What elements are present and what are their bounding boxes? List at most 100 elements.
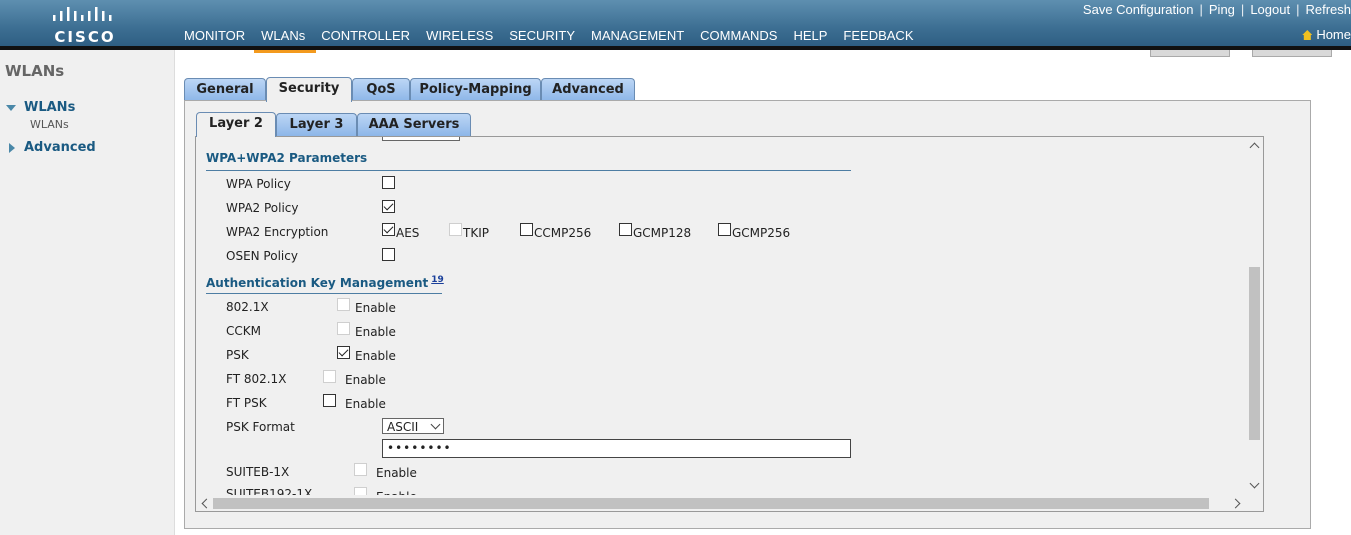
home-icon	[1302, 30, 1313, 40]
akm-section-heading: Authentication Key Management 19	[206, 275, 444, 290]
wpa-policy-checkbox[interactable]	[382, 176, 395, 189]
ccmp256-checkbox[interactable]	[520, 223, 533, 236]
psk-format-label: PSK Format	[226, 420, 295, 434]
gcmp128-checkbox[interactable]	[619, 223, 632, 236]
collapsed-arrow-icon[interactable]	[9, 143, 15, 153]
nav-wlans[interactable]: WLANs	[261, 28, 305, 43]
layer2-content: WPA+WPA2 Parameters WPA Policy WPA2 Poli…	[196, 137, 1245, 495]
main-nav: MONITOR WLANs CONTROLLER WIRELESS SECURITY MA…	[184, 28, 930, 43]
chevron-down-icon	[430, 419, 441, 430]
wpa2-policy-checkbox[interactable]	[382, 200, 395, 213]
akm-footnote-link[interactable]: 19	[431, 275, 444, 285]
osen-policy-checkbox[interactable]	[382, 248, 395, 261]
akm-8021x-enable-label: Enable	[355, 301, 396, 315]
cisco-logo: CISCO	[50, 4, 120, 46]
scroll-down-icon[interactable]	[1249, 478, 1260, 489]
wpa2-policy-label: WPA2 Policy	[226, 201, 299, 215]
section-divider	[206, 170, 851, 171]
subtab-layer2[interactable]: Layer 2	[196, 112, 276, 137]
security-mode-select[interactable]	[382, 137, 460, 141]
separator: |	[1240, 2, 1245, 17]
akm-ftpsk-enable-label: Enable	[345, 397, 386, 411]
gcmp256-label: GCMP256	[732, 226, 791, 240]
tkip-label: TKIP	[463, 226, 489, 240]
subtab-aaa-servers[interactable]: AAA Servers	[357, 113, 471, 136]
akm-ft8021x-checkbox[interactable]	[323, 370, 336, 383]
save-configuration-link[interactable]: Save Configuration	[1083, 2, 1194, 17]
tab-qos[interactable]: QoS	[352, 78, 410, 101]
akm-psk-checkbox[interactable]	[337, 346, 350, 359]
ping-link[interactable]: Ping	[1209, 2, 1235, 17]
wpa2-encryption-label: WPA2 Encryption	[226, 225, 329, 239]
tab-policy-mapping[interactable]: Policy-Mapping	[410, 78, 541, 101]
logout-link[interactable]: Logout	[1250, 2, 1290, 17]
psk-format-select[interactable]: ASCII	[382, 418, 444, 434]
nav-commands[interactable]: COMMANDS	[700, 28, 777, 43]
nav-wireless[interactable]: WIRELESS	[426, 28, 493, 43]
tab-general[interactable]: General	[184, 78, 266, 101]
tab-security[interactable]: Security	[266, 77, 352, 102]
cisco-bars-icon	[53, 7, 112, 21]
scroll-left-icon[interactable]	[201, 498, 212, 509]
nav-security[interactable]: SECURITY	[509, 28, 575, 43]
sidebar-subitem-wlans[interactable]: WLANs	[30, 118, 69, 131]
layer2-scroll-panel[interactable]: WPA+WPA2 Parameters WPA Policy WPA2 Poli…	[195, 136, 1264, 512]
psk-password-input[interactable]: ••••••••	[382, 439, 851, 458]
nav-monitor[interactable]: MONITOR	[184, 28, 245, 43]
home-label: Home	[1316, 27, 1351, 42]
nav-controller[interactable]: CONTROLLER	[321, 28, 410, 43]
akm-cckm-label: CCKM	[226, 324, 261, 338]
home-link[interactable]: Home	[1302, 27, 1351, 42]
sidebar-item-wlans[interactable]: WLANs	[24, 100, 75, 115]
apply-button[interactable]	[1252, 50, 1332, 57]
sidebar-title: WLANs	[5, 62, 65, 80]
sidebar-item-advanced[interactable]: Advanced	[24, 140, 96, 155]
suiteb-1x-label: SUITEB-1X	[226, 465, 290, 479]
scroll-up-icon[interactable]	[1249, 142, 1260, 153]
nav-help[interactable]: HELP	[793, 28, 827, 43]
gcmp256-checkbox[interactable]	[718, 223, 731, 236]
sidebar: WLANs WLANs WLANs Advanced	[0, 50, 175, 535]
suiteb-1x-enable-label: Enable	[376, 466, 417, 480]
brand-name: CISCO	[54, 28, 116, 46]
akm-ftpsk-label: FT PSK	[226, 396, 267, 410]
separator: |	[1199, 2, 1203, 17]
akm-psk-enable-label: Enable	[355, 349, 396, 363]
subtab-layer3[interactable]: Layer 3	[276, 113, 357, 136]
separator: |	[1296, 2, 1300, 17]
wpa-section-heading: WPA+WPA2 Parameters	[206, 151, 368, 165]
expanded-arrow-icon[interactable]	[6, 105, 16, 111]
vertical-scrollbar[interactable]	[1246, 137, 1263, 495]
suiteb192-1x-label: SUITEB192-1X	[226, 487, 313, 495]
aes-checkbox[interactable]	[382, 223, 395, 236]
section-divider	[206, 293, 442, 294]
horizontal-scroll-thumb[interactable]	[213, 498, 1209, 509]
top-header: CISCO MONITOR WLANs CONTROLLER WIRELESS SECU…	[0, 0, 1351, 46]
back-button[interactable]	[1150, 50, 1230, 57]
gcmp128-label: GCMP128	[633, 226, 692, 240]
suiteb192-1x-checkbox[interactable]	[354, 487, 367, 495]
osen-policy-label: OSEN Policy	[226, 249, 298, 263]
refresh-link[interactable]: Refresh	[1305, 2, 1351, 17]
ccmp256-label: CCMP256	[534, 226, 592, 240]
akm-ftpsk-checkbox[interactable]	[323, 394, 336, 407]
suiteb-1x-checkbox[interactable]	[354, 463, 367, 476]
akm-8021x-label: 802.1X	[226, 300, 269, 314]
akm-ft8021x-enable-label: Enable	[345, 373, 386, 387]
tab-advanced[interactable]: Advanced	[541, 78, 635, 101]
scroll-right-icon[interactable]	[1230, 498, 1241, 509]
horizontal-scrollbar[interactable]	[196, 495, 1263, 511]
akm-psk-label: PSK	[226, 348, 249, 362]
akm-cckm-checkbox[interactable]	[337, 322, 350, 335]
nav-feedback[interactable]: FEEDBACK	[843, 28, 913, 43]
nav-management[interactable]: MANAGEMENT	[591, 28, 684, 43]
akm-cckm-enable-label: Enable	[355, 325, 396, 339]
akm-8021x-checkbox[interactable]	[337, 298, 350, 311]
active-nav-indicator	[254, 50, 316, 53]
wpa-policy-label: WPA Policy	[226, 177, 291, 191]
vertical-scroll-thumb[interactable]	[1249, 267, 1260, 440]
utility-links: Save Configuration | Ping | Logout | Refresh	[1083, 2, 1351, 17]
akm-heading-text: Authentication Key Management	[206, 276, 429, 290]
tkip-checkbox[interactable]	[449, 223, 462, 236]
psk-format-value: ASCII	[387, 420, 419, 434]
